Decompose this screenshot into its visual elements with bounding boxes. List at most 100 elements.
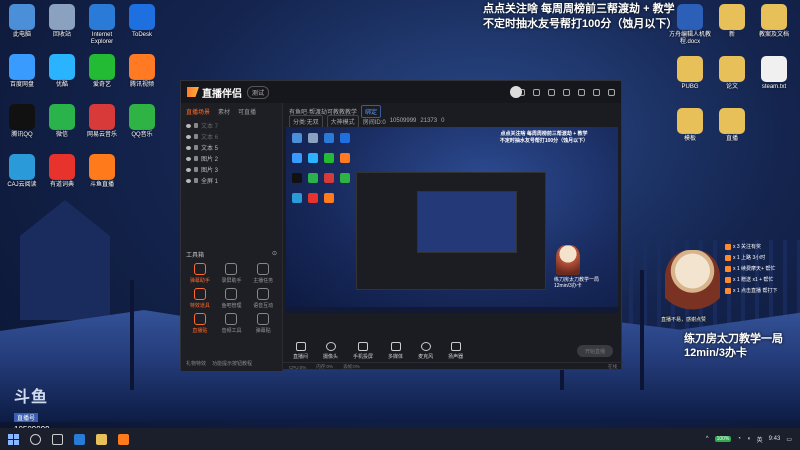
lock-icon[interactable] xyxy=(194,156,198,161)
shirt-icon[interactable] xyxy=(548,88,555,96)
toolbox-item[interactable]: 特效道具 xyxy=(184,288,216,309)
battery-badge[interactable]: 100% xyxy=(714,436,732,442)
scene-source-label: 文本 6 xyxy=(201,135,219,141)
desktop-shortcut[interactable]: 教案及文档 xyxy=(752,4,796,39)
desktop-shortcut[interactable]: QQ音乐 xyxy=(120,104,164,139)
edge-icon[interactable] xyxy=(74,433,85,445)
gift-goal-text: x 3 关注有奖 xyxy=(733,244,762,250)
file-explorer-icon[interactable] xyxy=(96,433,107,445)
start-live-button[interactable]: 开始直播 xyxy=(577,345,613,357)
preview-shortcut-icon xyxy=(324,173,334,183)
tool-icon xyxy=(225,313,238,325)
tab-live[interactable]: 可直播 xyxy=(238,107,256,116)
eye-icon[interactable] xyxy=(186,167,191,172)
lock-icon[interactable] xyxy=(194,178,198,183)
desktop-shortcut-label: QQ音乐 xyxy=(131,132,153,138)
desktop-shortcut[interactable]: 优酷 xyxy=(40,54,84,89)
streaming-app-taskbar-icon[interactable] xyxy=(118,433,129,445)
preview-shortcut-icon xyxy=(292,153,302,163)
network-icon[interactable]: ◔ xyxy=(737,436,741,442)
camera-button[interactable]: 摄像头 xyxy=(323,342,338,360)
desktop-shortcut[interactable]: 此电脑 xyxy=(0,4,44,39)
toolbox-item[interactable]: 鱼吧管理 xyxy=(216,288,248,309)
scene-source-row[interactable]: 图片 3 xyxy=(186,164,277,175)
microphone-button[interactable]: 麦克风 xyxy=(418,342,433,360)
close-icon[interactable] xyxy=(608,88,615,96)
desktop-shortcut[interactable]: Internet Explorer xyxy=(80,4,124,46)
notification-icon[interactable]: ▭ xyxy=(786,436,792,443)
eye-icon[interactable] xyxy=(186,134,191,139)
toolbox-item[interactable]: 录屏助手 xyxy=(216,263,248,284)
input-language[interactable]: 英 xyxy=(757,435,763,444)
tab-scene[interactable]: 直播场景 xyxy=(186,107,210,116)
desktop-shortcut[interactable]: 直播 xyxy=(710,108,754,143)
desktop-shortcut[interactable]: 爱奇艺 xyxy=(80,54,124,89)
lock-icon[interactable] xyxy=(194,123,198,128)
desktop-shortcut[interactable]: 百度网盘 xyxy=(0,54,44,89)
desktop-shortcut[interactable]: 腾讯QQ xyxy=(0,104,44,139)
desktop-shortcut[interactable]: 腾讯视频 xyxy=(120,54,164,89)
user-avatar[interactable] xyxy=(510,86,522,98)
version-chip[interactable]: 测试 xyxy=(247,85,270,99)
category-tag[interactable]: 分类:无双 xyxy=(289,114,323,128)
scene-source-row[interactable]: 全屏 1 xyxy=(186,175,277,186)
speaker-button[interactable]: 扬声器 xyxy=(448,342,463,360)
eye-icon[interactable] xyxy=(186,156,191,161)
settings-icon[interactable] xyxy=(563,88,570,96)
scene-source-row[interactable]: 图片 2 xyxy=(186,153,277,164)
desktop-shortcut[interactable]: 网易云音乐 xyxy=(80,104,124,139)
douyu-watermark: 斗鱼 直播号 10509999 xyxy=(14,383,56,434)
preview-shortcut-icon xyxy=(324,153,334,163)
search-icon[interactable] xyxy=(30,433,41,445)
desktop-shortcut-label: 论文 xyxy=(725,84,738,90)
control-bar: 直播间 摄像头 手机投屏 多媒体 麦克风 扬声器 开始直播 xyxy=(283,339,623,363)
tutorial-link[interactable]: 功能提示按钮教程 xyxy=(212,360,252,367)
desktop-shortcut[interactable]: ToDesk xyxy=(120,4,164,39)
gift-effect-link[interactable]: 礼物特效 xyxy=(186,360,206,367)
clock[interactable]: 9:43 xyxy=(769,436,781,442)
chevron-up-icon[interactable]: ^ xyxy=(706,436,709,442)
eye-icon[interactable] xyxy=(186,145,191,150)
message-icon[interactable] xyxy=(533,88,540,96)
lock-icon[interactable] xyxy=(194,134,198,139)
stream-preview[interactable]: 点点关注啥 每周周榜前三帮渡劫 + 教学 不定时抽水友号帮打100分（蚀月以下）… xyxy=(286,127,618,313)
toolbox-item[interactable]: 弹幕贴 xyxy=(247,313,279,334)
minimize-icon[interactable] xyxy=(578,88,585,96)
lock-icon[interactable] xyxy=(194,167,198,172)
status-bar: CPU:0% 内存:0% 丢帧:0% 在线 xyxy=(283,362,623,371)
scene-source-row[interactable]: 文本 5 xyxy=(186,142,277,153)
scene-source-row[interactable]: 文本 6 xyxy=(186,131,277,142)
maximize-icon[interactable] xyxy=(593,88,600,96)
desktop-shortcut[interactable]: 新 xyxy=(710,4,754,39)
mode-tag[interactable]: 大神模式 xyxy=(326,114,359,128)
toolbox-item[interactable]: 语音互动 xyxy=(247,288,279,309)
more-icon[interactable]: ⊙ xyxy=(272,250,277,259)
desktop-shortcut[interactable]: CAJ云阅读 xyxy=(0,154,44,189)
scene-source-row[interactable]: 文本 7 xyxy=(186,120,277,131)
tab-material[interactable]: 素材 xyxy=(218,107,230,116)
live-room-button[interactable]: 直播间 xyxy=(293,342,308,360)
media-button[interactable]: 多媒体 xyxy=(388,342,403,360)
desktop-shortcut[interactable]: 回收站 xyxy=(40,4,84,39)
preview-caption: 练刀房太刀教学一局 12min/3办卡 xyxy=(554,277,599,289)
volume-icon[interactable]: ◖ xyxy=(747,436,751,442)
eye-icon[interactable] xyxy=(186,178,191,183)
toolbox-item[interactable]: 音频工具 xyxy=(216,313,248,334)
desktop-shortcut[interactable]: 斗鱼直播 xyxy=(80,154,124,189)
desktop-shortcut[interactable]: PUBG xyxy=(668,56,712,91)
lock-icon[interactable] xyxy=(194,145,198,150)
toolbox-item[interactable]: 直播贴 xyxy=(184,313,216,334)
toolbox-item[interactable]: 主播任务 xyxy=(247,263,279,284)
room-number: 10509999 xyxy=(389,118,417,124)
windows-start-icon[interactable] xyxy=(8,433,19,445)
task-view-icon[interactable] xyxy=(52,433,63,445)
phone-cast-button[interactable]: 手机投屏 xyxy=(353,342,373,360)
desktop-shortcut[interactable]: 有道词典 xyxy=(40,154,84,189)
eye-icon[interactable] xyxy=(186,123,191,128)
desktop-shortcut[interactable]: steam.txt xyxy=(752,56,796,91)
desktop-shortcut[interactable]: 模板 xyxy=(668,108,712,143)
qq-music-icon xyxy=(129,104,155,130)
toolbox-item[interactable]: 弹幕助手 xyxy=(184,263,216,284)
desktop-shortcut[interactable]: 论文 xyxy=(710,56,754,91)
desktop-shortcut[interactable]: 微信 xyxy=(40,104,84,139)
